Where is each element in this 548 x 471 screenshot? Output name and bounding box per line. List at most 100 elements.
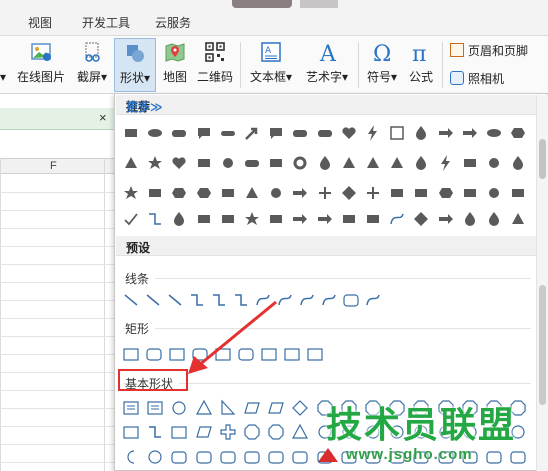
opara-shape-icon[interactable] [264, 396, 288, 420]
wordart-button[interactable]: A 艺术字▾ [300, 38, 354, 92]
rect-shape-icon[interactable] [192, 207, 216, 231]
rarrow-shape-icon[interactable] [288, 181, 312, 205]
orect-shape-icon[interactable] [119, 420, 143, 444]
hex-shape-icon[interactable] [192, 181, 216, 205]
rect-shape-icon[interactable] [337, 207, 361, 231]
diamond-shape-icon[interactable] [337, 181, 361, 205]
line-shape-icon[interactable] [141, 288, 165, 312]
opara-shape-icon[interactable] [240, 396, 264, 420]
ocircle-shape-icon[interactable] [167, 396, 191, 420]
rarrow-shape-icon[interactable] [288, 207, 312, 231]
arrow-shape-icon[interactable] [240, 121, 264, 145]
circle-shape-icon[interactable] [216, 151, 240, 175]
curve-shape-icon[interactable] [385, 207, 409, 231]
drop-shape-icon[interactable] [313, 151, 337, 175]
rrect-shape-icon[interactable] [288, 121, 312, 145]
column-header[interactable] [0, 158, 114, 174]
tri-shape-icon[interactable] [337, 151, 361, 175]
more-link[interactable]: 更多≫ [126, 98, 528, 115]
square-shape-icon[interactable] [385, 121, 409, 145]
tri-shape-icon[interactable] [506, 207, 530, 231]
rect-shape-icon[interactable] [119, 121, 143, 145]
rect-shape-icon[interactable] [192, 151, 216, 175]
rect-shape-icon[interactable] [264, 151, 288, 175]
partial-button[interactable]: ▾ [0, 38, 10, 92]
orrect-shape-icon[interactable] [192, 445, 216, 469]
curve-shape-icon[interactable] [317, 288, 341, 312]
drop-shape-icon[interactable] [482, 207, 506, 231]
orect-shape-icon[interactable] [167, 420, 191, 444]
rect-shape-icon[interactable] [216, 207, 240, 231]
star-shape-icon[interactable] [240, 207, 264, 231]
symbol-button[interactable]: Ω 符号▾ [362, 38, 402, 92]
drop-shape-icon[interactable] [409, 121, 433, 145]
avatar[interactable] [232, 0, 292, 8]
tab-view[interactable]: 视图 [28, 14, 52, 31]
map-button[interactable]: 地图 [158, 38, 192, 92]
rect-shape-icon[interactable] [458, 151, 482, 175]
elbow-shape-icon[interactable] [143, 207, 167, 231]
bolt-shape-icon[interactable] [361, 121, 385, 145]
rect-shape-icon[interactable] [264, 207, 288, 231]
rect-shape-icon[interactable] [143, 181, 167, 205]
orrect-shape-icon[interactable] [339, 288, 363, 312]
camera-button[interactable]: 照相机 [450, 70, 504, 87]
heart-shape-icon[interactable] [167, 151, 191, 175]
rrect-shape-icon[interactable] [167, 121, 191, 145]
rect-shape-icon[interactable] [385, 181, 409, 205]
curve-shape-icon[interactable] [295, 288, 319, 312]
bubble-shape-icon[interactable] [192, 121, 216, 145]
ooct-shape-icon[interactable] [264, 420, 288, 444]
rect-shape-icon[interactable] [458, 181, 482, 205]
screenshot-button[interactable]: 截屏▾ [72, 38, 112, 92]
orect-shape-icon[interactable] [303, 342, 327, 366]
circle-shape-icon[interactable] [482, 181, 506, 205]
pill-shape-icon[interactable] [216, 121, 240, 145]
orrect-shape-icon[interactable] [167, 445, 191, 469]
orrect-shape-icon[interactable] [264, 445, 288, 469]
rarrow-shape-icon[interactable] [458, 121, 482, 145]
rect-shape-icon[interactable] [216, 181, 240, 205]
ellipse-shape-icon[interactable] [143, 121, 167, 145]
opara-shape-icon[interactable] [192, 420, 216, 444]
elbow-shape-icon[interactable] [143, 420, 167, 444]
scrollbar-thumb[interactable] [539, 139, 546, 179]
drop-shape-icon[interactable] [506, 151, 530, 175]
star-shape-icon[interactable] [119, 181, 143, 205]
otext-shape-icon[interactable] [119, 396, 143, 420]
plus-shape-icon[interactable] [313, 181, 337, 205]
qrcode-button[interactable]: 二维码 [194, 38, 236, 92]
diamond-shape-icon[interactable] [409, 207, 433, 231]
textbox-button[interactable]: A 文本框▾ [246, 38, 296, 92]
circle-shape-icon[interactable] [264, 181, 288, 205]
circle-shape-icon[interactable] [482, 151, 506, 175]
drop-shape-icon[interactable] [409, 151, 433, 175]
odiam-shape-icon[interactable] [288, 396, 312, 420]
rect-shape-icon[interactable] [506, 181, 530, 205]
orect-shape-icon[interactable] [119, 342, 143, 366]
tri-shape-icon[interactable] [361, 151, 385, 175]
orrect-shape-icon[interactable] [142, 342, 166, 366]
orrect-shape-icon[interactable] [240, 445, 264, 469]
plus-shape-icon[interactable] [361, 181, 385, 205]
rrect-shape-icon[interactable] [313, 121, 337, 145]
tri-shape-icon[interactable] [119, 151, 143, 175]
curve-shape-icon[interactable] [361, 288, 385, 312]
ellipse-shape-icon[interactable] [482, 121, 506, 145]
rect-shape-icon[interactable] [409, 181, 433, 205]
tri-shape-icon[interactable] [240, 181, 264, 205]
shapes-button[interactable]: 形状▾ [114, 38, 156, 92]
rrect-shape-icon[interactable] [240, 151, 264, 175]
bolt-shape-icon[interactable] [434, 151, 458, 175]
scrollbar-thumb[interactable] [539, 285, 546, 405]
rarrow-shape-icon[interactable] [434, 207, 458, 231]
ring-shape-icon[interactable] [288, 151, 312, 175]
online-picture-button[interactable]: 在线图片 [12, 38, 70, 92]
close-icon[interactable]: × [99, 110, 107, 125]
star-shape-icon[interactable] [143, 151, 167, 175]
ocross-shape-icon[interactable] [216, 420, 240, 444]
otri-shape-icon[interactable] [288, 420, 312, 444]
hex-shape-icon[interactable] [167, 181, 191, 205]
drop-shape-icon[interactable] [167, 207, 191, 231]
check-shape-icon[interactable] [119, 207, 143, 231]
